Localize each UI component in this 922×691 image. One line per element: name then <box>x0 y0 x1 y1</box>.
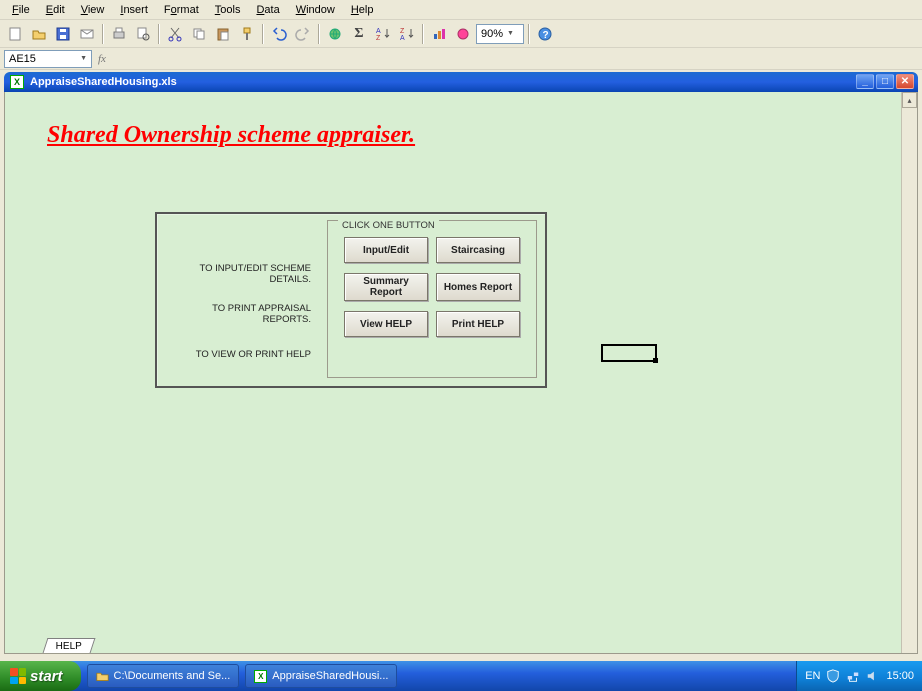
paste-icon[interactable] <box>212 23 234 45</box>
staircasing-button[interactable]: Staircasing <box>436 237 520 263</box>
toolbar-separator <box>528 24 530 44</box>
taskbar-item-excel[interactable]: X AppraiseSharedHousi... <box>245 664 397 688</box>
zoom-value: 90% <box>481 28 503 40</box>
start-button[interactable]: start <box>0 661 81 691</box>
print-icon[interactable] <box>108 23 130 45</box>
sort-asc-icon[interactable]: AZ <box>372 23 394 45</box>
autosum-icon[interactable]: Σ <box>348 23 370 45</box>
menu-tools[interactable]: Tools <box>207 2 249 18</box>
menu-insert[interactable]: Insert <box>112 2 156 18</box>
page-title: Shared Ownership scheme appraiser. <box>47 122 415 149</box>
zoom-combo[interactable]: 90% ▼ <box>476 24 524 44</box>
toolbar-separator <box>102 24 104 44</box>
chevron-down-icon: ▼ <box>80 55 87 62</box>
toolbar-separator <box>158 24 160 44</box>
print-preview-icon[interactable] <box>132 23 154 45</box>
mail-icon[interactable] <box>76 23 98 45</box>
menu-format[interactable]: Format <box>156 2 207 18</box>
drawing-icon[interactable] <box>452 23 474 45</box>
svg-text:?: ? <box>543 30 549 41</box>
clock[interactable]: 15:00 <box>886 670 914 682</box>
menu-edit[interactable]: Edit <box>38 2 73 18</box>
menu-bar: File Edit View Insert Format Tools Data … <box>0 0 922 20</box>
standard-toolbar: Σ AZ ZA 90% ▼ ? <box>0 20 922 48</box>
folder-icon <box>96 670 109 683</box>
svg-text:Z: Z <box>400 28 405 35</box>
button-group: CLICK ONE BUTTON Input/Edit Staircasing … <box>327 220 537 378</box>
hyperlink-icon[interactable] <box>324 23 346 45</box>
taskbar-item-label: C:\Documents and Se... <box>114 670 231 682</box>
control-panel: TO INPUT/EDIT SCHEME DETAILS. TO PRINT A… <box>155 212 547 388</box>
active-cell-outline[interactable] <box>601 344 657 362</box>
excel-icon: X <box>10 75 24 89</box>
label-print-reports: TO PRINT APPRAISAL REPORTS. <box>165 294 317 334</box>
tray-network-icon[interactable] <box>846 669 860 683</box>
windows-logo-icon <box>10 668 26 684</box>
undo-icon[interactable] <box>268 23 290 45</box>
chevron-down-icon: ▼ <box>507 30 514 37</box>
taskbar-item-explorer[interactable]: C:\Documents and Se... <box>87 664 240 688</box>
maximize-button[interactable]: □ <box>876 74 894 89</box>
taskbar-item-label: AppraiseSharedHousi... <box>272 670 388 682</box>
start-label: start <box>30 668 63 685</box>
tray-volume-icon[interactable] <box>866 669 880 683</box>
close-button[interactable]: ✕ <box>896 74 914 89</box>
toolbar-separator <box>318 24 320 44</box>
worksheet-area[interactable]: ▴ Shared Ownership scheme appraiser. TO … <box>4 92 918 654</box>
label-view-help: TO VIEW OR PRINT HELP <box>165 334 317 374</box>
redo-icon[interactable] <box>292 23 314 45</box>
label-input-edit: TO INPUT/EDIT SCHEME DETAILS. <box>165 254 317 294</box>
menu-view[interactable]: View <box>73 2 113 18</box>
open-icon[interactable] <box>28 23 50 45</box>
format-painter-icon[interactable] <box>236 23 258 45</box>
tray-shield-icon[interactable] <box>826 669 840 683</box>
new-icon[interactable] <box>4 23 26 45</box>
chart-icon[interactable] <box>428 23 450 45</box>
sheet-tab-help[interactable]: HELP <box>43 638 96 653</box>
excel-icon: X <box>254 670 267 683</box>
menu-window[interactable]: Window <box>288 2 343 18</box>
name-box[interactable]: AE15 ▼ <box>4 50 92 68</box>
view-help-button[interactable]: View HELP <box>344 311 428 337</box>
menu-help[interactable]: Help <box>343 2 382 18</box>
minimize-button[interactable]: _ <box>856 74 874 89</box>
print-help-button[interactable]: Print HELP <box>436 311 520 337</box>
svg-text:A: A <box>376 28 381 35</box>
scroll-up-icon[interactable]: ▴ <box>902 92 917 108</box>
sort-desc-icon[interactable]: ZA <box>396 23 418 45</box>
formula-bar: AE15 ▼ fx <box>0 48 922 70</box>
workbook-titlebar[interactable]: X AppraiseSharedHousing.xls _ □ ✕ <box>4 72 918 92</box>
copy-icon[interactable] <box>188 23 210 45</box>
workbook-title: AppraiseSharedHousing.xls <box>30 76 177 88</box>
fx-icon[interactable]: fx <box>98 53 106 65</box>
workbook-window: X AppraiseSharedHousing.xls _ □ ✕ ▴ Shar… <box>4 72 918 662</box>
panel-labels: TO INPUT/EDIT SCHEME DETAILS. TO PRINT A… <box>157 214 325 386</box>
toolbar-separator <box>422 24 424 44</box>
cut-icon[interactable] <box>164 23 186 45</box>
menu-data[interactable]: Data <box>248 2 287 18</box>
taskbar: start C:\Documents and Se... X AppraiseS… <box>0 661 922 691</box>
homes-report-button[interactable]: Homes Report <box>436 273 520 301</box>
group-legend: CLICK ONE BUTTON <box>338 220 439 231</box>
summary-report-button[interactable]: Summary Report <box>344 273 428 301</box>
name-box-value: AE15 <box>9 53 36 65</box>
toolbar-separator <box>262 24 264 44</box>
help-icon[interactable]: ? <box>534 23 556 45</box>
system-tray: EN 15:00 <box>796 661 922 691</box>
menu-file[interactable]: File <box>4 2 38 18</box>
input-edit-button[interactable]: Input/Edit <box>344 237 428 263</box>
svg-text:Z: Z <box>376 35 381 42</box>
vertical-scrollbar[interactable]: ▴ <box>901 92 917 653</box>
sheet-tabs: HELP <box>45 638 93 653</box>
save-icon[interactable] <box>52 23 74 45</box>
svg-text:A: A <box>400 35 405 42</box>
language-indicator[interactable]: EN <box>805 670 820 682</box>
